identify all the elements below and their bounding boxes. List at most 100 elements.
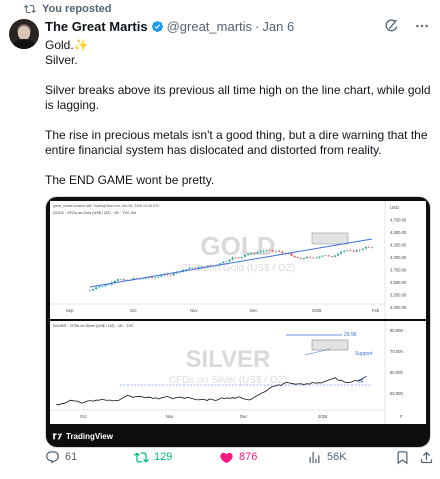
- gold-candle-body: [244, 254, 246, 257]
- grok-icon[interactable]: [384, 18, 400, 34]
- gold-candle-body: [324, 255, 327, 256]
- like-button[interactable]: 876: [219, 450, 257, 465]
- gold-candle-body: [318, 256, 321, 258]
- bookmark-button[interactable]: [395, 450, 410, 465]
- gold-candle-body: [315, 257, 318, 259]
- gold-candle-body: [371, 247, 374, 248]
- gold-x-tick: 2026: [312, 308, 322, 313]
- gold-candle-body: [275, 250, 277, 252]
- gold-candle-body: [343, 250, 346, 252]
- gold-candle-body: [321, 255, 324, 257]
- silver-ath-label: 29.96: [344, 332, 357, 338]
- silver-x-tick: Dec: [240, 414, 247, 419]
- share-button[interactable]: [419, 450, 434, 465]
- reply-button[interactable]: 61: [45, 450, 77, 465]
- gold-candle-body: [157, 276, 160, 278]
- gold-candle-body: [293, 255, 296, 258]
- gold-candle-body: [194, 267, 197, 269]
- gold-candle-body: [278, 250, 281, 252]
- tradingview-logo-icon: [52, 433, 62, 440]
- gold-candle-body: [172, 273, 175, 276]
- gold-candle-body: [151, 277, 153, 279]
- analytics-icon: [309, 451, 320, 463]
- repost-label: You reposted: [42, 3, 112, 15]
- gold-candle-body: [256, 252, 259, 254]
- bookmark-icon: [397, 450, 408, 464]
- repost-icon: [24, 4, 36, 14]
- gold-candle-body: [337, 253, 339, 256]
- gold-y-tick: 4,500.00: [390, 230, 407, 235]
- gold-x-tick: Nov: [190, 308, 198, 313]
- verified-badge-icon: [151, 20, 163, 33]
- more-options-icon[interactable]: [414, 18, 430, 34]
- gold-candle-body: [123, 279, 126, 281]
- gold-y-tick: 4,250.00: [390, 243, 407, 248]
- gold-candle-body: [259, 251, 262, 253]
- gold-candle-body: [352, 250, 355, 252]
- gold-watermark: GOLD: [200, 231, 275, 261]
- gold-candle-body: [89, 290, 91, 292]
- tweet-media-image[interactable]: great_martis created with TradingView.co…: [45, 196, 431, 448]
- gold-candle-body: [349, 250, 352, 251]
- gold-candle-body: [358, 249, 361, 251]
- silver-x-tick: F: [400, 414, 403, 419]
- gold-candle-body: [120, 279, 122, 280]
- silver-y-tick: 80.000: [390, 328, 403, 333]
- gold-y-tick: 3,750.00: [390, 268, 407, 273]
- gold-candle-body: [250, 253, 253, 254]
- gold-y-tick: 3,250.00: [390, 293, 407, 298]
- gold-candle-body: [330, 256, 333, 257]
- gold-candle-body: [95, 287, 98, 290]
- tweet-paragraph-2: Silver breaks above its previous all tim…: [45, 83, 431, 112]
- gold-candle-body: [185, 269, 188, 270]
- gold-candle-body: [364, 246, 367, 249]
- gold-chart: great_martis created with TradingView.co…: [50, 201, 426, 319]
- post-date[interactable]: Jan 6: [262, 19, 294, 34]
- silver-header-label: SILVER · CFDs on Silver (US$ / OZ) · 1D …: [53, 324, 134, 328]
- silver-watermark: SILVER: [186, 346, 271, 373]
- silver-watermark-sub: CFDs on Silver (US$ / OZ): [169, 375, 287, 386]
- gold-candle-body: [107, 284, 110, 286]
- separator-dot: ·: [255, 19, 260, 34]
- gold-header-label: GOLD · CFDs on Gold (US$ / OZ) · 1D · TV…: [53, 211, 136, 215]
- silver-support-label: Support: [355, 351, 373, 357]
- tweet-line-gold: Gold.✨: [45, 38, 89, 52]
- gold-x-tick: Dec: [250, 308, 257, 313]
- silver-x-tick: Oct: [80, 414, 87, 419]
- author-handle[interactable]: @great_martis: [167, 19, 252, 34]
- gold-consolidation-box: [311, 232, 349, 245]
- gold-candle-body: [228, 259, 231, 262]
- reply-icon: [46, 450, 59, 464]
- gold-candle-body: [169, 275, 172, 276]
- silver-x-tick: Nov: [166, 414, 174, 419]
- tweet-paragraph-4: The END GAME wont be pretty.: [45, 173, 215, 187]
- gold-candle-body: [141, 278, 144, 280]
- gold-candle-body: [116, 279, 119, 281]
- gold-candle-body: [309, 256, 312, 258]
- gold-candle-body: [355, 249, 358, 252]
- gold-candle-body: [327, 255, 330, 257]
- repost-icon: [134, 451, 149, 463]
- repost-button[interactable]: 129: [134, 450, 172, 465]
- silver-chart: SILVER · CFDs on Silver (US$ / OZ) · 1D …: [50, 321, 426, 424]
- gold-candle-body: [333, 255, 336, 257]
- gold-y-tick: 3,000.00: [390, 305, 407, 310]
- gold-candle-body: [268, 250, 271, 251]
- gold-candle-body: [312, 257, 315, 259]
- views-button[interactable]: 56K: [307, 450, 347, 465]
- gold-candle-body: [306, 256, 308, 259]
- gold-x-tick: Oct: [130, 308, 137, 313]
- avatar[interactable]: [9, 19, 39, 49]
- author-name[interactable]: The Great Martis: [45, 19, 148, 34]
- gold-candle-body: [154, 277, 157, 279]
- tweet-paragraph-3: The rise in precious metals isn't a good…: [45, 128, 428, 157]
- tweet-body: Gold.✨ Silver. Silver breaks above its p…: [45, 38, 433, 188]
- gold-candle-body: [200, 266, 203, 268]
- gold-candle-body: [104, 284, 107, 287]
- gold-candle-body: [340, 251, 343, 254]
- gold-candle-body: [262, 250, 265, 252]
- gold-candle-body: [234, 257, 237, 259]
- tradingview-label: TradingView: [66, 431, 113, 441]
- gold-candle-body: [346, 250, 349, 251]
- gold-candle-body: [231, 257, 234, 260]
